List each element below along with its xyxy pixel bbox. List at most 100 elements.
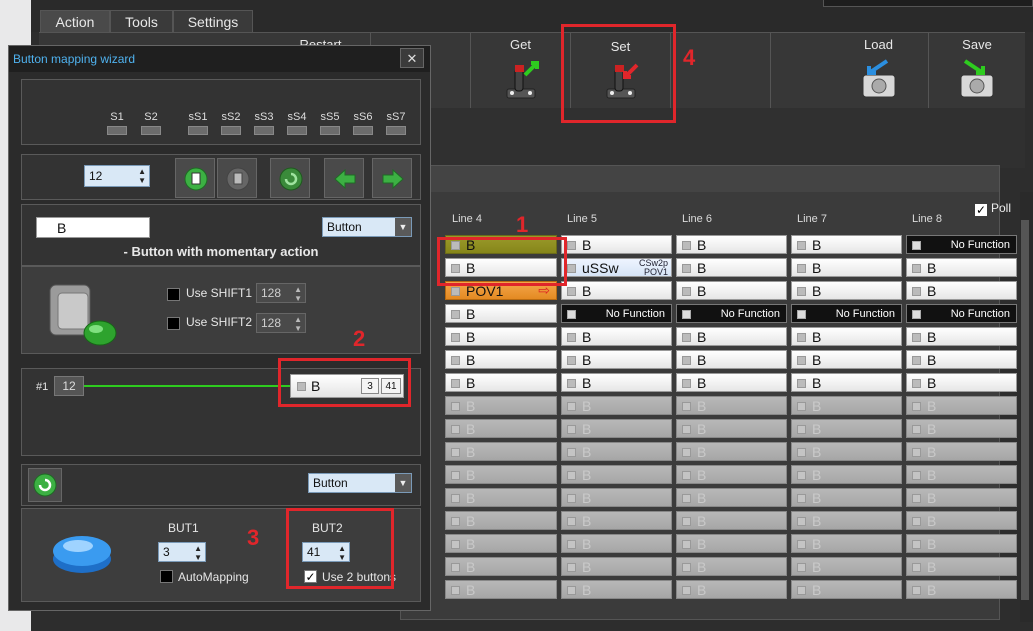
grid-cell[interactable]: B [676,258,787,277]
grid-cell[interactable]: B [445,465,557,484]
grid-cell[interactable]: B [445,534,557,553]
grid-cell[interactable]: B [906,419,1017,438]
poll-checkbox[interactable]: ✓ Poll [975,201,1011,216]
load-button[interactable]: Load [829,33,929,109]
grid-cell[interactable]: B [676,580,787,599]
use-shift2-checkbox[interactable] [167,317,180,330]
grid-cell[interactable]: B [906,511,1017,530]
save-button[interactable]: Save [929,33,1025,109]
chevron-down-icon[interactable]: ▼ [395,474,411,492]
grid-cell[interactable]: B [561,327,672,346]
grid-cell[interactable]: B [906,396,1017,415]
grid-cell[interactable]: B [445,557,557,576]
grid-cell[interactable]: B [445,350,557,369]
get-button[interactable]: Get [471,33,571,109]
previous-button[interactable] [324,158,364,198]
grid-cell[interactable]: B [791,511,902,530]
spinner-arrows-icon[interactable]: ▲ ▼ [294,315,302,333]
use-shift1-checkbox[interactable] [167,288,180,301]
grid-cell[interactable]: B [445,511,557,530]
copy-button[interactable] [175,158,215,198]
grid-cell[interactable]: B [906,281,1017,300]
grid-cell[interactable]: B [791,281,902,300]
grid-cell[interactable]: No Function [561,304,672,323]
reset-button[interactable] [270,158,310,198]
grid-cell[interactable]: B [676,488,787,507]
automapping-checkbox[interactable] [160,570,173,583]
grid-cell[interactable]: B [445,396,557,415]
grid-cell[interactable]: B [445,373,557,392]
paste-button[interactable] [217,158,257,198]
grid-cell[interactable]: No Function [791,304,902,323]
grid-cell[interactable]: B [561,511,672,530]
tab-tools[interactable]: Tools [110,10,173,32]
wizard-titlebar[interactable]: Button mapping wizard ✕ [9,46,430,72]
grid-cell[interactable]: B [791,235,902,254]
grid-cell[interactable]: B [445,419,557,438]
grid-cell[interactable]: No Function [676,304,787,323]
grid-cell[interactable]: uSSw CSw2p POV1 [561,258,672,277]
chevron-down-icon[interactable]: ▼ [395,218,411,236]
grid-cell[interactable]: B [906,465,1017,484]
grid-cell[interactable]: B [906,488,1017,507]
grid-cell[interactable]: No Function [906,304,1017,323]
grid-cell[interactable]: B [445,488,557,507]
grid-cell[interactable]: B [561,396,672,415]
output-type-combo[interactable]: Button ▼ [308,473,412,493]
grid-cell[interactable]: B [676,373,787,392]
grid-cell[interactable]: B [561,557,672,576]
spinner-arrows-icon[interactable]: ▲ ▼ [138,167,146,185]
grid-cell[interactable]: B [445,304,557,323]
grid-cell[interactable]: B [906,327,1017,346]
grid-cell[interactable]: B [445,442,557,461]
grid-cell[interactable]: B [561,419,672,438]
grid-cell[interactable]: B [791,258,902,277]
grid-cell[interactable]: B [676,327,787,346]
grid-cell[interactable]: B [676,396,787,415]
grid-cell[interactable]: B [561,442,672,461]
grid-cell[interactable]: B [906,373,1017,392]
grid-cell[interactable]: B [561,235,672,254]
grid-cell[interactable]: B [561,580,672,599]
output-reset-button[interactable] [28,468,62,502]
grid-cell[interactable]: B [791,373,902,392]
grid-cell[interactable]: No Function [906,235,1017,254]
grid-cell[interactable]: B [676,465,787,484]
grid-cell[interactable]: B [906,350,1017,369]
next-button[interactable] [372,158,412,198]
grid-scrollbar-thumb[interactable] [1021,220,1029,600]
grid-cell[interactable]: B [791,396,902,415]
grid-cell[interactable]: B [676,511,787,530]
grid-cell[interactable]: B [445,580,557,599]
grid-cell[interactable]: B [676,442,787,461]
grid-cell[interactable]: B [676,534,787,553]
grid-cell[interactable]: B [676,235,787,254]
type-combo[interactable]: Button ▼ [322,217,412,237]
grid-cell[interactable]: B [791,580,902,599]
tab-settings[interactable]: Settings [173,10,253,32]
grid-cell[interactable]: B [561,465,672,484]
grid-cell[interactable]: B [791,534,902,553]
grid-cell[interactable]: B [906,534,1017,553]
grid-cell[interactable]: B [676,419,787,438]
grid-cell[interactable]: B [561,534,672,553]
grid-cell[interactable]: B [561,350,672,369]
button-number-spinner[interactable]: 12 ▲ ▼ [84,165,150,187]
spinner-arrows-icon[interactable]: ▲ ▼ [294,285,302,303]
grid-cell[interactable]: B [676,557,787,576]
grid-cell[interactable]: B [676,281,787,300]
grid-cell[interactable]: B [906,258,1017,277]
function-field[interactable]: B [36,217,150,238]
grid-cell[interactable]: B [791,488,902,507]
grid-cell[interactable]: B [561,373,672,392]
grid-cell[interactable]: B [445,327,557,346]
grid-cell[interactable]: B [906,580,1017,599]
grid-cell[interactable]: B [906,442,1017,461]
poll-check-icon[interactable]: ✓ [975,204,987,216]
grid-cell[interactable]: B [561,488,672,507]
grid-cell[interactable]: B [791,419,902,438]
grid-cell[interactable]: B [791,557,902,576]
tab-action[interactable]: Action [40,10,110,32]
grid-cell[interactable]: B [676,350,787,369]
grid-cell[interactable]: B [561,281,672,300]
